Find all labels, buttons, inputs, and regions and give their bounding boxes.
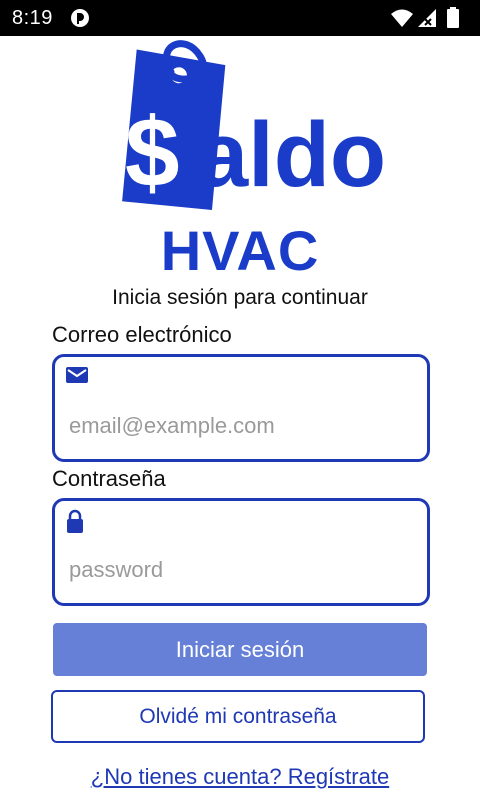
svg-text:aldo: aldo [197, 104, 386, 206]
password-field[interactable] [52, 498, 430, 606]
status-bar: 8:19 [0, 0, 480, 36]
login-subtitle: Inicia sesión para continuar [112, 286, 368, 309]
email-input[interactable] [67, 405, 411, 447]
battery-icon [447, 7, 459, 28]
app-notification-icon [71, 9, 89, 27]
lock-icon [67, 509, 83, 533]
register-link[interactable]: ¿No tienes cuenta? Regístrate [0, 764, 480, 790]
status-time: 8:19 [12, 7, 53, 29]
email-label: Correo electrónico [52, 322, 232, 347]
signal-icon [418, 9, 436, 27]
svg-text:$: $ [125, 97, 180, 207]
password-label: Contraseña [52, 466, 166, 491]
password-input[interactable] [67, 549, 411, 591]
status-icons [390, 7, 470, 29]
email-field[interactable] [52, 354, 430, 462]
brand-name: HVAC [160, 219, 320, 282]
saldo-logo: $ aldo [122, 40, 386, 211]
wifi-icon [391, 9, 413, 27]
mail-icon [66, 367, 88, 383]
forgot-password-button[interactable]: Olvidé mi contraseña [51, 690, 425, 743]
login-button[interactable]: Iniciar sesión [53, 623, 427, 676]
